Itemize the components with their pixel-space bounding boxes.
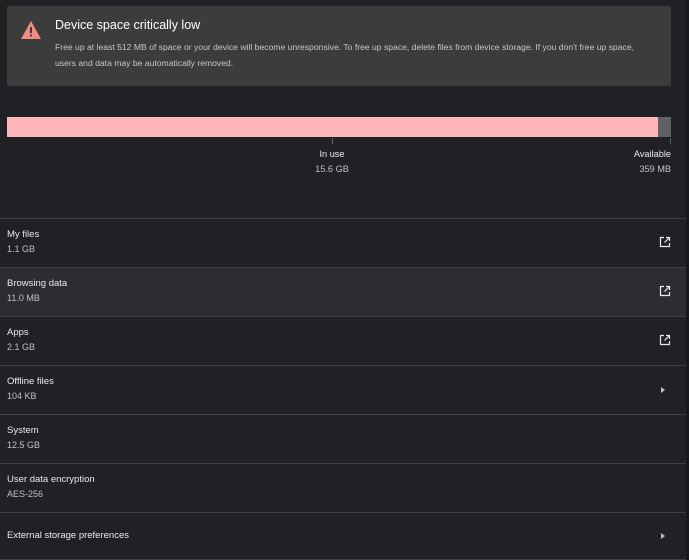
- available-label: Available: [633, 149, 671, 159]
- open-external-icon[interactable]: [659, 334, 671, 346]
- row-apps[interactable]: Apps 2.1 GB: [0, 316, 686, 365]
- row-user-data-encryption: User data encryption AES-256: [0, 463, 686, 512]
- open-external-icon[interactable]: [659, 285, 671, 297]
- row-value: 11.0 MB: [7, 293, 40, 303]
- open-external-icon[interactable]: [659, 236, 671, 248]
- row-value: 12.5 GB: [7, 440, 41, 450]
- storage-management-page: Device space critically low Free up at l…: [0, 0, 689, 560]
- warning-icon: [21, 21, 41, 39]
- row-label: Browsing data: [7, 278, 68, 289]
- row-value: 104 KB: [7, 391, 37, 401]
- row-value: AES-256: [7, 489, 44, 499]
- storage-category-list: My files 1.1 GB Browsing data 11.0 MB Ap…: [0, 218, 686, 560]
- row-offline-files[interactable]: Offline files 104 KB: [0, 365, 686, 414]
- row-external-storage-preferences[interactable]: External storage preferences: [0, 512, 686, 560]
- row-label: System: [7, 425, 39, 436]
- available-value: 359 MB: [639, 164, 671, 174]
- available-legend: Available 359 MB: [634, 147, 671, 177]
- in-use-value: 15.6 GB: [315, 164, 349, 174]
- row-browsing-data[interactable]: Browsing data 11.0 MB: [0, 267, 686, 316]
- row-label: Apps: [7, 327, 29, 338]
- row-label: User data encryption: [7, 474, 95, 485]
- storage-usage-bar: [7, 117, 671, 137]
- row-label: Offline files: [7, 376, 54, 387]
- row-label: External storage preferences: [7, 530, 129, 541]
- in-use-label: In use: [319, 149, 345, 159]
- usage-bar-tick: [670, 138, 671, 144]
- row-value: 1.1 GB: [7, 244, 36, 254]
- row-my-files[interactable]: My files 1.1 GB: [0, 218, 686, 267]
- storage-usage-fill: [7, 117, 658, 137]
- row-system: System 12.5 GB: [0, 414, 686, 463]
- row-value: 2.1 GB: [7, 342, 36, 352]
- low-space-warning-banner: Device space critically low Free up at l…: [7, 6, 671, 86]
- banner-title: Device space critically low: [55, 18, 201, 32]
- banner-message: Free up at least 512 MB of space or your…: [55, 42, 635, 68]
- row-label: My files: [7, 229, 40, 240]
- usage-bar-tick: [332, 138, 333, 144]
- in-use-legend: In use 15.6 GB: [302, 147, 362, 177]
- chevron-right-icon: [661, 387, 665, 393]
- chevron-right-icon: [661, 533, 665, 539]
